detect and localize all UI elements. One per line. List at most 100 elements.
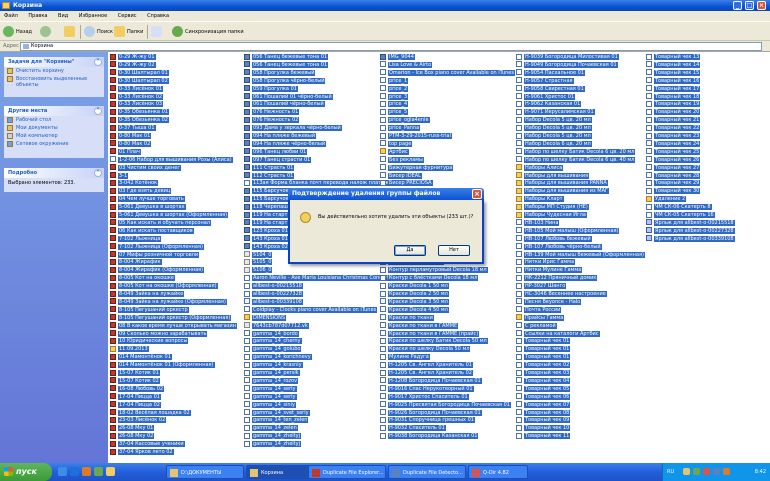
file-item[interactable]: Н-9071 Иерусалимская 01: [516, 108, 644, 116]
file-item[interactable]: 113ая Форма бланка почт перевода налож п…: [244, 179, 393, 187]
file-item[interactable]: gamma_14_seriy: [244, 393, 378, 401]
forward-button[interactable]: [40, 26, 53, 38]
menu-file[interactable]: Файл: [4, 13, 18, 19]
file-item[interactable]: Краски по ткани: [380, 314, 514, 322]
file-item[interactable]: НВ-105 Мой малыш (Оформленная): [516, 227, 644, 235]
file-item[interactable]: Товарный чек 19: [646, 100, 768, 108]
file-item[interactable]: Товарный чек 27: [646, 164, 768, 172]
file-item[interactable]: 23-03 Лисёнок 02: [110, 416, 242, 424]
file-item[interactable]: 7643cb787d07712.vk: [244, 322, 378, 330]
file-item[interactable]: Товарный чек 16: [646, 77, 768, 85]
file-item[interactable]: 0-35 Обезьянка 01: [110, 108, 242, 116]
file-item[interactable]: gamma_14_zheltyj: [244, 440, 378, 448]
file-item[interactable]: Песня Beyonce - Halo: [516, 298, 644, 306]
file-item[interactable]: Прайсы Гамма: [516, 314, 644, 322]
file-item[interactable]: Наборы для вышивания из МАГ: [516, 187, 644, 195]
file-item[interactable]: 076 Нежность 01: [244, 108, 378, 116]
file-item[interactable]: Н-9039 Богородица Милостивая 01: [516, 53, 644, 61]
file-item[interactable]: 8-004 Жирафик (Оформленная): [110, 266, 242, 274]
views-button[interactable]: [151, 26, 164, 38]
file-item[interactable]: Товарный чек 07: [516, 401, 644, 409]
file-item[interactable]: Контур перламутровый Decola 18 мл: [380, 266, 514, 274]
file-item[interactable]: Бижутерная фурнитура: [380, 164, 514, 172]
search-button[interactable]: Поиск: [84, 26, 113, 38]
file-item[interactable]: Товарный чек 01: [516, 337, 644, 345]
file-item[interactable]: 26-08 Мку 02: [110, 432, 242, 440]
file-item[interactable]: 0-29 Ж-жу 02: [110, 61, 242, 69]
file-item[interactable]: 17-04 Пицца 01: [110, 393, 242, 401]
file-item[interactable]: Н-9054 Пасхальное 01: [516, 69, 644, 77]
file-item[interactable]: 061 Пошалий чёрно-белый: [244, 100, 378, 108]
file-item[interactable]: gamma_14_golubo: [244, 345, 378, 353]
tray-icon[interactable]: [703, 468, 710, 475]
file-item[interactable]: 16-08 Любовь 02: [110, 385, 242, 393]
file-item[interactable]: Краски по шелку Батик Decola 50 мл: [380, 337, 514, 345]
collapse-chevron-icon[interactable]: ^: [94, 58, 102, 66]
file-item[interactable]: Удаление 2: [646, 195, 768, 203]
file-item[interactable]: Omarion - Ice Box piano cover Available …: [380, 69, 515, 77]
my-computer-link[interactable]: Мой компьютер: [4, 132, 104, 140]
start-button[interactable]: пуск: [0, 463, 52, 481]
ie-icon[interactable]: [70, 467, 79, 476]
file-item[interactable]: 058 Прогулка чёрно-белый: [244, 77, 378, 85]
file-item[interactable]: 112 Страсть 01: [244, 172, 378, 180]
file-item[interactable]: Товарный чек 26: [646, 156, 768, 164]
show-desktop-icon[interactable]: [58, 467, 67, 476]
file-item[interactable]: Артбис: [380, 148, 514, 156]
address-input[interactable]: Корзина: [20, 42, 762, 51]
file-item[interactable]: Товарный чек 13: [646, 53, 768, 61]
file-item[interactable]: Н-9058 Свирестная 01: [516, 85, 644, 93]
menu-edit[interactable]: Правка: [28, 13, 47, 19]
file-item[interactable]: 10 Юридические вопросы: [110, 337, 242, 345]
file-item[interactable]: Наборы для вышивания PANNA: [516, 179, 644, 187]
tasks-panel-header[interactable]: Задачи для "Корзины" ^: [4, 57, 104, 67]
file-item[interactable]: Мулине Радуга: [380, 353, 514, 361]
file-item[interactable]: Товарный чек 21: [646, 116, 768, 124]
details-header[interactable]: Подробно ^: [4, 168, 104, 178]
file-item[interactable]: Н-9061 Христос 01: [516, 93, 644, 101]
file-item[interactable]: НВ-107 Любовь бежевый: [516, 235, 644, 243]
file-item[interactable]: gamma_14_krasniy: [244, 361, 378, 369]
file-item[interactable]: 15-07 Котик 01: [110, 369, 242, 377]
minimize-button[interactable]: _: [733, 1, 742, 10]
file-item[interactable]: 5106_0: [244, 266, 378, 274]
file-item[interactable]: gamma_14_persik: [244, 369, 378, 377]
file-item[interactable]: 3-042 Котёнок: [110, 179, 242, 187]
file-item[interactable]: 8-105 Пегушаний оркестр: [110, 306, 242, 314]
file-item[interactable]: 111 Страсть 01: [244, 164, 378, 172]
file-item[interactable]: 5-061 Девушка в шортах: [110, 203, 242, 211]
file-item[interactable]: Краски по ткани в ГАММЕ: [380, 322, 514, 330]
file-item[interactable]: Aaron Neville - Ave Maria Louisiana Chri…: [244, 274, 391, 282]
file-item[interactable]: Наборы для вышивания: [516, 172, 644, 180]
file-item[interactable]: Без рекламы: [380, 156, 514, 164]
file-item[interactable]: 056 Танец бежевые тона 01: [244, 53, 378, 61]
file-item[interactable]: Товарный чек 04: [516, 377, 644, 385]
file-item[interactable]: 061 Пошалий 01 чёрно-белый: [244, 93, 378, 101]
file-item[interactable]: НВ-107 Любовь чёрно-белый: [516, 243, 644, 251]
close-button[interactable]: ×: [757, 1, 766, 10]
file-item[interactable]: price_1: [380, 77, 514, 85]
file-item[interactable]: gamma_14_ten_zelen: [244, 416, 378, 424]
file-item[interactable]: Контур с блёстками Decola 18 мл: [380, 274, 514, 282]
file-item[interactable]: 04 Чем лучше торговать: [110, 195, 242, 203]
file-item[interactable]: Ярлык для allbest-o-00215518: [646, 219, 768, 227]
file-item[interactable]: 076 Нежность 02: [244, 116, 378, 124]
dialog-close-button[interactable]: ×: [472, 189, 482, 199]
folders-button[interactable]: Папки: [114, 26, 143, 38]
file-item[interactable]: 0-29 Ж-жу 01: [110, 53, 242, 61]
file-item[interactable]: Товарный чек 24: [646, 140, 768, 148]
file-item[interactable]: Товарный чек 18: [646, 93, 768, 101]
file-item[interactable]: Ярлык для allbest-o-00227328: [646, 227, 768, 235]
file-item[interactable]: Н-9038 Богородица Казанская 01: [380, 432, 514, 440]
file-item[interactable]: Товарный чек 20: [646, 108, 768, 116]
quicklaunch-icon[interactable]: [94, 467, 103, 476]
file-item[interactable]: 8-049 Зайка на лужайке: [110, 290, 242, 298]
file-item[interactable]: 09 Сколько можно зарабатывать: [110, 330, 242, 338]
file-item[interactable]: 7-102 Лыжница (Оформленная): [110, 243, 242, 251]
file-item[interactable]: gamma_14_zheltyj: [244, 432, 378, 440]
file-item[interactable]: 37-04 Кассовые ученики: [110, 440, 242, 448]
file-item[interactable]: Lisa Love & Airto: [380, 61, 514, 69]
file-item[interactable]: Наборы Кларт: [516, 195, 644, 203]
file-item[interactable]: price_ogla4enie: [380, 116, 514, 124]
file-item[interactable]: gamma_14_cherny: [244, 337, 378, 345]
